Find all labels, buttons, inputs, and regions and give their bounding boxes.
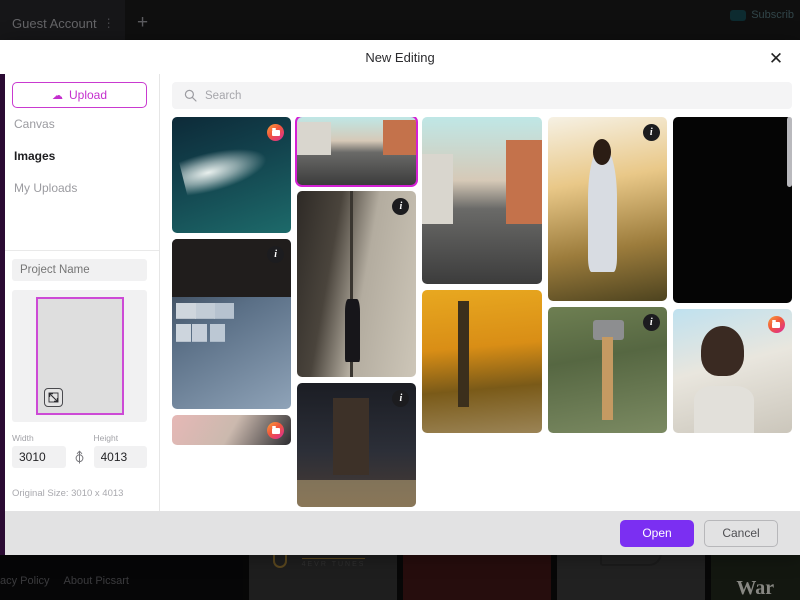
gallery-tile-woman-golden-field[interactable]: i (547, 117, 667, 301)
original-size-text: Original Size: 3010 x 4013 (12, 488, 124, 499)
height-field-group: Height (93, 433, 147, 468)
gallery-tile-night-sky-dark[interactable] (672, 117, 792, 303)
open-button[interactable]: Open (620, 519, 694, 547)
width-field-group: Width (12, 433, 66, 468)
close-icon[interactable]: ✕ (766, 48, 786, 68)
dialog-sidebar: ☁ Upload Canvas Images My Uploads Projec… (0, 74, 160, 511)
gallery-tile-image (422, 290, 542, 433)
gallery-tile-image (172, 239, 292, 409)
gallery-tile-image (297, 191, 417, 377)
search-input[interactable] (205, 89, 780, 102)
dialog-body: ☁ Upload Canvas Images My Uploads Projec… (0, 74, 800, 511)
gallery-scrollbar-track[interactable] (787, 117, 792, 511)
gallery-scroll-region[interactable]: iiiii (172, 117, 792, 511)
upload-cloud-icon: ☁ (51, 89, 63, 102)
cancel-button[interactable]: Cancel (704, 519, 778, 547)
gallery-tile-man-concrete-wall[interactable]: i (297, 191, 417, 377)
dialog-header: New Editing ✕ (0, 40, 800, 74)
image-gallery-grid: iiiii (172, 117, 792, 507)
dialog-footer: Open Cancel (0, 511, 800, 555)
height-label: Height (93, 433, 119, 443)
sidebar-item-my-uploads[interactable]: My Uploads (12, 172, 147, 204)
sidebar-bottom-padding (12, 499, 147, 511)
dimension-controls: Width Height (12, 433, 147, 468)
gallery-tile-woman-portrait-curly[interactable] (672, 309, 792, 433)
gallery-tile-street-road-selected[interactable] (295, 117, 419, 187)
canvas-preview-frame[interactable] (35, 297, 124, 415)
new-editing-dialog: New Editing ✕ ☁ Upload Canvas Images My … (0, 40, 800, 555)
sidebar-item-images[interactable]: Images (12, 140, 147, 172)
width-label: Width (12, 433, 34, 443)
gallery-tile-coastline-aerial[interactable] (172, 117, 292, 233)
gallery-tile-pink-desk-flatlay[interactable] (172, 415, 292, 445)
width-input[interactable] (12, 446, 66, 468)
gallery-tile-hand-holding-hammer[interactable]: i (547, 307, 667, 433)
search-icon (184, 89, 197, 102)
gallery-tile-image (297, 117, 417, 185)
premium-folder-icon[interactable] (767, 316, 785, 333)
info-icon[interactable]: i (642, 314, 660, 331)
sidebar-item-canvas[interactable]: Canvas (12, 108, 147, 140)
dialog-left-edge (0, 40, 5, 555)
gallery-scrollbar-thumb[interactable] (787, 117, 792, 187)
gallery-tile-image (672, 117, 792, 303)
gallery-tile-gallery-wall-visitor[interactable]: i (172, 239, 292, 409)
upload-button[interactable]: ☁ Upload (12, 82, 147, 108)
expand-corners-icon[interactable] (43, 388, 63, 407)
sidebar-divider (0, 250, 159, 251)
height-input[interactable] (93, 446, 147, 468)
link-aspect-ratio-icon[interactable] (72, 446, 88, 468)
upload-button-label: Upload (68, 88, 108, 102)
gallery-tile-city-street-vanish[interactable] (422, 117, 542, 284)
dialog-title: New Editing (365, 49, 435, 65)
gallery-tile-image (422, 117, 542, 284)
project-name-input[interactable] (12, 259, 147, 281)
search-bar[interactable] (172, 82, 792, 109)
dialog-content: iiiii (160, 74, 800, 511)
gallery-tile-chicago-theatre[interactable]: i (297, 383, 417, 507)
info-icon[interactable]: i (642, 124, 660, 141)
gallery-tile-image (547, 117, 667, 301)
canvas-preview-area (12, 290, 147, 422)
gallery-tile-autumn-tree-avenue[interactable] (422, 290, 542, 433)
